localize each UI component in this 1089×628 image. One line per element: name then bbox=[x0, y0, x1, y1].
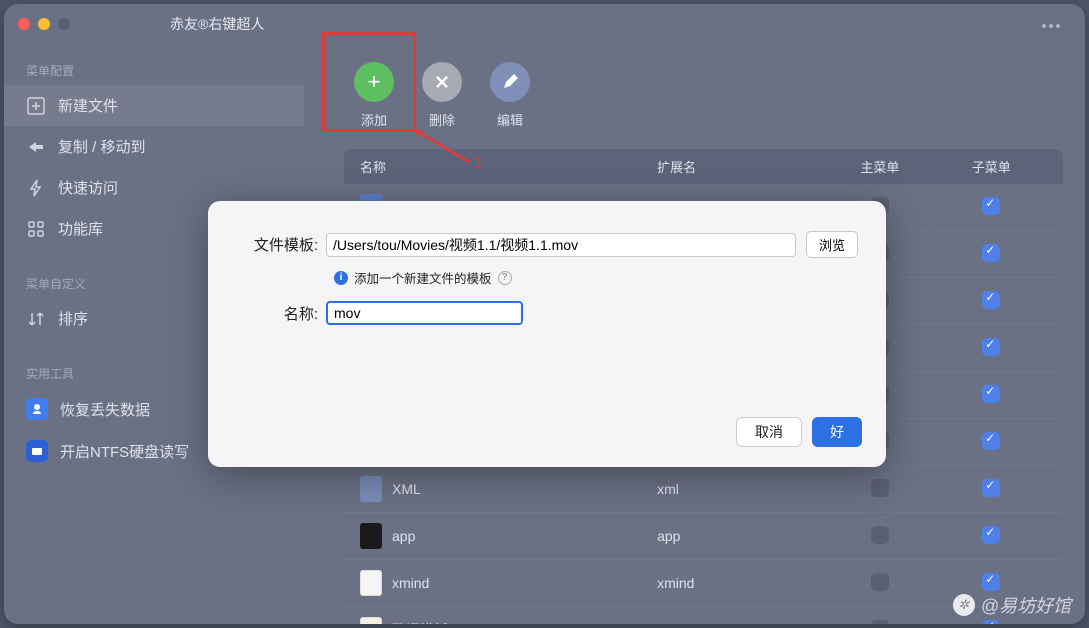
paw-icon: ✲ bbox=[953, 594, 975, 616]
sidebar-item-copy-move[interactable]: 复制 / 移动到 bbox=[4, 126, 304, 167]
sidebar-item-label: 恢复丢失数据 bbox=[60, 399, 150, 420]
table-header: 名称 扩展名 主菜单 子菜单 bbox=[344, 149, 1063, 184]
help-icon[interactable]: ? bbox=[498, 271, 512, 285]
main-menu-checkbox[interactable] bbox=[871, 620, 889, 625]
table-row[interactable]: app app bbox=[344, 513, 1063, 560]
sidebar-item-label: 排序 bbox=[58, 308, 88, 329]
app-window: 赤友®右键超人 菜单配置 新建文件 复制 / 移动到 快 bbox=[4, 4, 1085, 624]
traffic-lights bbox=[18, 18, 70, 30]
sort-icon bbox=[26, 309, 46, 329]
plus-square-icon bbox=[26, 96, 46, 116]
sub-menu-checkbox[interactable] bbox=[982, 479, 1000, 497]
cell-ext: app bbox=[657, 528, 824, 544]
sub-menu-checkbox[interactable] bbox=[982, 620, 1000, 625]
cell-ext: xmind bbox=[657, 575, 824, 591]
sub-menu-checkbox[interactable] bbox=[982, 244, 1000, 262]
app-title: 赤友®右键超人 bbox=[170, 14, 264, 34]
titlebar: 赤友®右键超人 bbox=[4, 4, 1085, 44]
more-icon[interactable] bbox=[1035, 18, 1067, 34]
sidebar-item-label: 新建文件 bbox=[58, 95, 118, 116]
ok-button[interactable]: 好 bbox=[812, 417, 862, 447]
main-menu-checkbox[interactable] bbox=[871, 526, 889, 544]
cancel-button[interactable]: 取消 bbox=[736, 417, 802, 447]
file-icon bbox=[360, 617, 382, 624]
sub-menu-checkbox[interactable] bbox=[982, 338, 1000, 356]
copy-arrow-icon bbox=[26, 137, 46, 157]
name-label: 名称: bbox=[236, 303, 326, 324]
browse-button[interactable]: 浏览 bbox=[806, 231, 858, 258]
th-name: 名称 bbox=[360, 157, 657, 176]
add-button[interactable]: + 添加 bbox=[354, 62, 394, 129]
sub-menu-checkbox[interactable] bbox=[982, 526, 1000, 544]
minimize-icon[interactable] bbox=[38, 18, 50, 30]
cell-name: XML bbox=[392, 481, 421, 497]
main-menu-checkbox[interactable] bbox=[871, 573, 889, 591]
plus-icon: + bbox=[354, 62, 394, 102]
x-icon bbox=[422, 62, 462, 102]
file-icon bbox=[360, 523, 382, 549]
recover-icon bbox=[26, 398, 48, 420]
sidebar-item-label: 快速访问 bbox=[58, 177, 118, 198]
sub-menu-checkbox[interactable] bbox=[982, 432, 1000, 450]
cell-name: 歌词模板 bbox=[392, 620, 448, 624]
maximize-icon[interactable] bbox=[58, 18, 70, 30]
name-input[interactable] bbox=[326, 301, 523, 325]
ntfs-icon bbox=[26, 440, 48, 462]
th-ext: 扩展名 bbox=[657, 157, 824, 176]
sub-menu-checkbox[interactable] bbox=[982, 385, 1000, 403]
close-icon[interactable] bbox=[18, 18, 30, 30]
template-path-input[interactable] bbox=[326, 233, 796, 257]
info-icon: i bbox=[334, 271, 348, 285]
th-main: 主菜单 bbox=[824, 157, 935, 176]
cell-ext: xml bbox=[657, 481, 824, 497]
pencil-icon bbox=[490, 62, 530, 102]
sidebar-item-label: 开启NTFS硬盘读写 bbox=[60, 441, 189, 462]
cell-ext: rtf bbox=[657, 622, 824, 624]
section-label-menu: 菜单配置 bbox=[4, 54, 304, 85]
sub-menu-checkbox[interactable] bbox=[982, 573, 1000, 591]
sidebar-item-label: 功能库 bbox=[58, 218, 103, 239]
file-icon bbox=[360, 476, 382, 502]
table-row[interactable]: XML xml bbox=[344, 466, 1063, 513]
edit-button[interactable]: 编辑 bbox=[490, 62, 530, 129]
cell-name: app bbox=[392, 528, 415, 544]
sidebar-item-label: 复制 / 移动到 bbox=[58, 136, 146, 157]
th-sub: 子菜单 bbox=[936, 157, 1047, 176]
template-label: 文件模板: bbox=[236, 234, 326, 255]
sub-menu-checkbox[interactable] bbox=[982, 197, 1000, 215]
grid-icon bbox=[26, 219, 46, 239]
sub-menu-checkbox[interactable] bbox=[982, 291, 1000, 309]
delete-button[interactable]: 删除 bbox=[422, 62, 462, 129]
lightning-icon bbox=[26, 178, 46, 198]
toolbar: + 添加 删除 编辑 bbox=[304, 44, 1085, 143]
cell-name: xmind bbox=[392, 575, 429, 591]
sidebar-item-new-file[interactable]: 新建文件 bbox=[4, 85, 304, 126]
helper-row: i 添加一个新建文件的模板 ? bbox=[334, 268, 858, 287]
add-template-dialog: 文件模板: 浏览 i 添加一个新建文件的模板 ? 名称: 取消 好 bbox=[208, 201, 886, 467]
watermark: ✲ @易坊好馆 bbox=[953, 592, 1071, 618]
helper-text: 添加一个新建文件的模板 bbox=[354, 268, 492, 287]
main-menu-checkbox[interactable] bbox=[871, 479, 889, 497]
file-icon bbox=[360, 570, 382, 596]
